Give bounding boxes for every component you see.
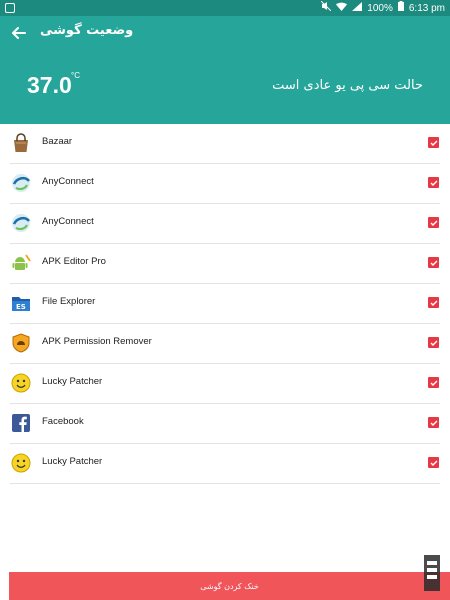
app-name: Lucky Patcher bbox=[42, 376, 103, 387]
app-checkbox[interactable] bbox=[428, 417, 439, 428]
app-checkbox[interactable] bbox=[428, 337, 439, 348]
list-item[interactable]: ES File Explorer bbox=[0, 284, 450, 324]
checkmark-icon bbox=[430, 140, 437, 146]
app-name: AnyConnect bbox=[42, 176, 94, 187]
app-name: File Explorer bbox=[42, 296, 96, 307]
checkmark-icon bbox=[430, 260, 437, 266]
list-item[interactable]: Bazaar bbox=[0, 124, 450, 164]
app-checkbox[interactable] bbox=[428, 177, 439, 188]
anyconnect-globe-icon bbox=[11, 173, 31, 193]
app-checkbox[interactable] bbox=[428, 257, 439, 268]
list-item[interactable]: Lucky Patcher bbox=[0, 444, 450, 484]
cpu-status-text: حالت سی پی یو عادی است bbox=[272, 78, 423, 93]
mute-icon bbox=[320, 0, 332, 16]
app-checkbox[interactable] bbox=[428, 217, 439, 228]
list-item[interactable]: Lucky Patcher bbox=[0, 364, 450, 404]
bazaar-bag-icon bbox=[11, 133, 31, 153]
signal-icon bbox=[352, 1, 363, 16]
status-indicators: 100% 6:13 pm bbox=[320, 0, 445, 16]
app-checkbox[interactable] bbox=[428, 137, 439, 148]
app-name: APK Permission Remover bbox=[42, 336, 152, 347]
checkmark-icon bbox=[430, 380, 437, 386]
store-logo-icon bbox=[420, 551, 444, 595]
svg-text:ES: ES bbox=[16, 303, 26, 311]
app-name: Lucky Patcher bbox=[42, 456, 103, 467]
smiley-icon bbox=[11, 373, 31, 393]
checkmark-icon bbox=[430, 460, 437, 466]
folder-icon: ES bbox=[11, 293, 31, 313]
app-name: Bazaar bbox=[42, 136, 73, 147]
battery-percent: 100% bbox=[367, 3, 393, 14]
checkmark-icon bbox=[430, 420, 437, 426]
facebook-icon bbox=[11, 413, 31, 433]
checkmark-icon bbox=[430, 220, 437, 226]
wifi-icon bbox=[336, 2, 348, 16]
app-name: AnyConnect bbox=[42, 216, 94, 227]
android-robot-icon bbox=[11, 253, 31, 273]
checkmark-icon bbox=[430, 180, 437, 186]
arrow-left-icon bbox=[12, 27, 26, 39]
back-button[interactable] bbox=[8, 22, 30, 44]
smiley-icon bbox=[11, 453, 31, 473]
app-name: Facebook bbox=[42, 416, 84, 427]
list-item[interactable]: Facebook bbox=[0, 404, 450, 444]
app-name: APK Editor Pro bbox=[42, 256, 106, 267]
list-item[interactable]: AnyConnect bbox=[0, 164, 450, 204]
checkmark-icon bbox=[430, 340, 437, 346]
list-item[interactable]: APK Permission Remover bbox=[0, 324, 450, 364]
status-time: 6:13 pm bbox=[408, 3, 445, 14]
anyconnect-globe-icon bbox=[11, 213, 31, 233]
list-item[interactable]: APK Editor Pro bbox=[0, 244, 450, 284]
shield-icon bbox=[11, 333, 31, 353]
list-item[interactable]: AnyConnect bbox=[0, 204, 450, 244]
battery-icon bbox=[397, 1, 404, 16]
temperature-unit: °C bbox=[71, 71, 80, 80]
gallery-notification-icon bbox=[5, 3, 15, 13]
cool-phone-button[interactable]: خنک کردن گوشی bbox=[9, 572, 450, 600]
page-title: وضعیت گوشی bbox=[40, 23, 134, 38]
header: وضعیت گوشی 37.0 °C حالت سی پی یو عادی اس… bbox=[0, 16, 450, 124]
app-list: Bazaar AnyConnect AnyConnect APK Editor … bbox=[0, 124, 450, 484]
app-checkbox[interactable] bbox=[428, 457, 439, 468]
app-checkbox[interactable] bbox=[428, 297, 439, 308]
status-bar: 100% 6:13 pm bbox=[0, 0, 450, 16]
temperature-value: 37.0 bbox=[27, 72, 72, 98]
app-checkbox[interactable] bbox=[428, 377, 439, 388]
checkmark-icon bbox=[430, 300, 437, 306]
